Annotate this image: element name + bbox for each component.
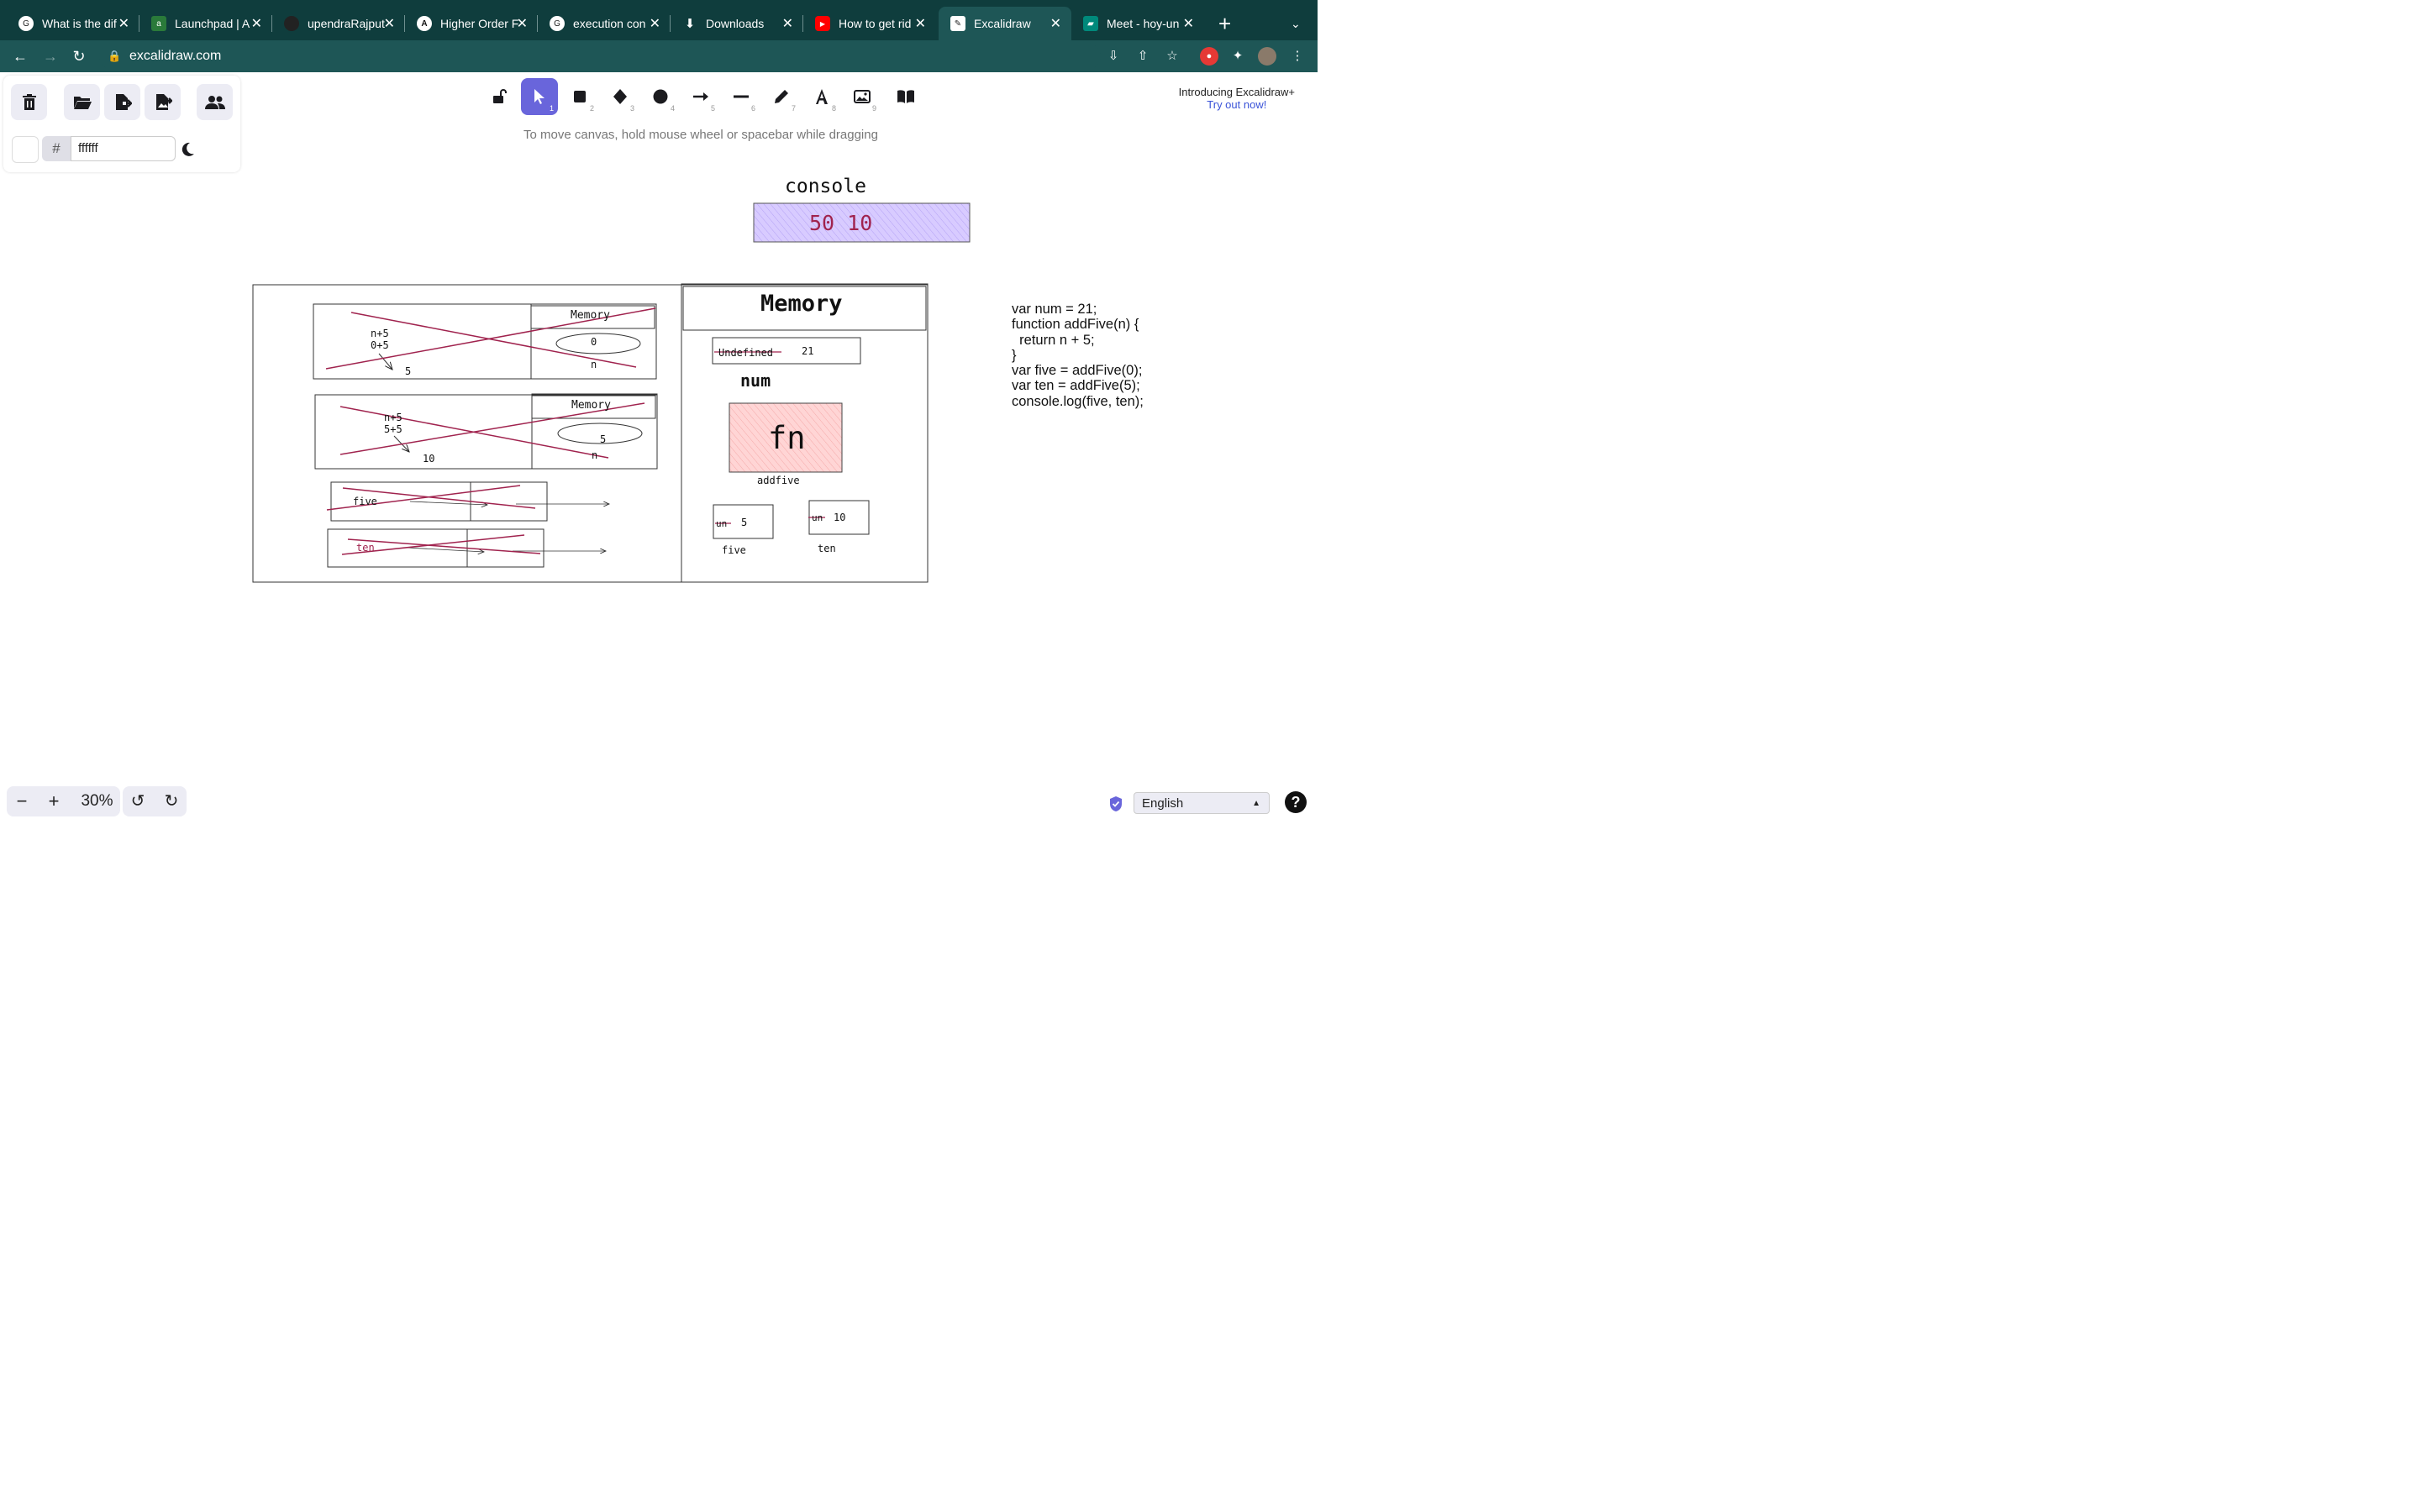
cross-line	[347, 538, 541, 554]
console-label[interactable]: console	[785, 176, 866, 197]
language-select[interactable]: English ▲	[1134, 792, 1270, 814]
memory-title[interactable]: Memory	[760, 291, 843, 317]
five-label[interactable]: five	[722, 544, 746, 556]
num-label[interactable]: num	[740, 370, 771, 391]
console-output[interactable]: 50 10	[809, 211, 872, 235]
param-name[interactable]: n	[591, 359, 597, 370]
expression-text[interactable]: 0+5	[371, 339, 389, 351]
ten-value[interactable]: 10	[834, 512, 845, 523]
ten-label[interactable]: ten	[818, 543, 836, 554]
param-name[interactable]: n	[592, 449, 597, 461]
zoom-in-button[interactable]: +	[39, 786, 69, 816]
help-button[interactable]: ?	[1285, 791, 1307, 813]
caret-up-icon: ▲	[1252, 799, 1260, 808]
five-call-inner-box[interactable]	[470, 481, 548, 522]
five-old-value[interactable]: un	[716, 518, 727, 529]
five-value[interactable]: 5	[741, 517, 747, 528]
eval-arrow	[378, 353, 392, 370]
expression-text[interactable]: n+5	[371, 328, 389, 339]
zoom-controls: − + 30%	[7, 786, 120, 816]
ten-call-inner-box[interactable]	[466, 528, 544, 568]
fn-label[interactable]: fn	[768, 420, 806, 456]
history-controls: ↺ ↻	[123, 786, 187, 816]
footer: − + 30% ↺ ↻ English ▲ ?	[0, 781, 1318, 823]
expression-text[interactable]: n+5	[384, 412, 402, 423]
num-value[interactable]: 21	[802, 345, 813, 357]
expression-text[interactable]: 5+5	[384, 423, 402, 435]
context-memory-label[interactable]: Memory	[571, 309, 610, 322]
ten-call-label[interactable]: ten	[356, 542, 375, 554]
zoom-out-button[interactable]: −	[7, 786, 37, 816]
code-snippet[interactable]: var num = 21; function addFive(n) { retu…	[1012, 302, 1144, 409]
param-n-ellipse[interactable]	[555, 333, 641, 354]
param-value[interactable]: 5	[600, 433, 606, 445]
redo-icon[interactable]: ↻	[156, 786, 187, 816]
addfive-label[interactable]: addfive	[757, 475, 800, 486]
ten-old-value[interactable]: un	[812, 512, 823, 523]
five-call-label[interactable]: five	[353, 496, 377, 507]
context-memory-label[interactable]: Memory	[571, 399, 611, 412]
undo-icon[interactable]: ↺	[123, 786, 153, 816]
zoom-level[interactable]: 30%	[74, 786, 120, 816]
param-value[interactable]: 0	[591, 336, 597, 348]
num-old-value[interactable]: Undefined	[718, 347, 773, 359]
shield-check-icon[interactable]	[1109, 795, 1123, 812]
result-text[interactable]: 10	[423, 453, 434, 465]
result-text[interactable]: 5	[405, 365, 411, 377]
drawing-canvas[interactable]	[0, 0, 1318, 823]
